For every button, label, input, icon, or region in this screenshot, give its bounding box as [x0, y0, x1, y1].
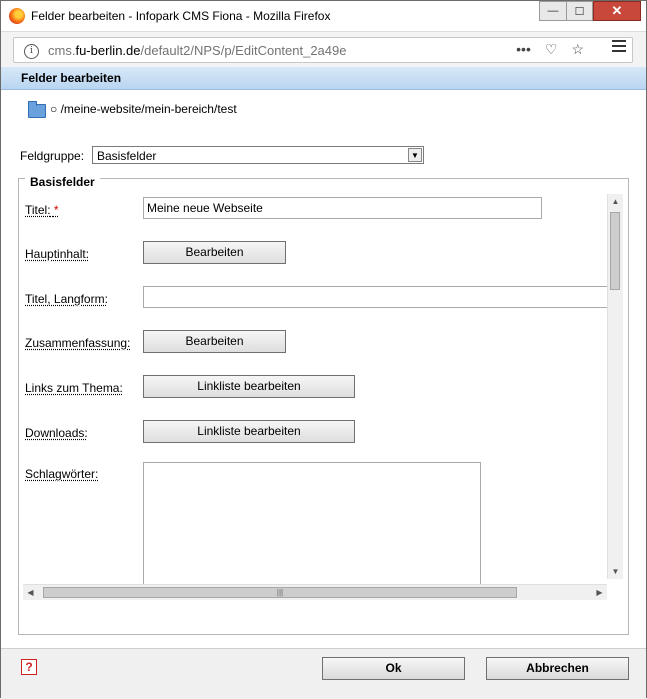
fieldgroup-label: Feldgruppe:	[20, 149, 85, 163]
langform-input[interactable]	[143, 286, 613, 308]
schlagwoerter-textarea[interactable]	[143, 462, 481, 599]
scroll-up-icon[interactable]: ▲	[608, 194, 623, 209]
window-title: Felder bearbeiten - Infopark CMS Fiona -…	[31, 9, 331, 23]
url-prefix: cms.	[48, 43, 76, 58]
pocket-icon[interactable]: ♡	[545, 41, 558, 58]
links-edit-button[interactable]: Linkliste bearbeiten	[143, 375, 355, 398]
menu-icon[interactable]	[612, 40, 626, 52]
horizontal-scrollbar[interactable]: ◀ ||| ▶	[23, 584, 607, 600]
firefox-logo-icon	[9, 8, 25, 24]
object-path: ○ /meine-website/mein-bereich/test	[50, 102, 237, 116]
fieldgroup-value: Basisfelder	[97, 149, 157, 163]
fields-scroll-area[interactable]: Titel: * Meine neue Webseite Hauptinhalt…	[23, 192, 621, 599]
url-actions: ••• ♡ ☆	[516, 41, 584, 58]
hauptinhalt-label: Hauptinhalt:	[25, 247, 90, 261]
fieldgroup-select[interactable]: Basisfelder ▼	[92, 146, 424, 164]
schlagwoerter-label: Schlagwörter:	[25, 467, 99, 481]
folder-icon	[28, 101, 46, 118]
address-bar[interactable]: i cms.fu-berlin.de/default2/NPS/p/EditCo…	[13, 37, 633, 63]
downloads-label: Downloads:	[25, 426, 88, 440]
langform-label: Titel, Langform:	[25, 292, 108, 306]
horizontal-scroll-thumb[interactable]: |||	[43, 587, 517, 598]
required-marker: *	[53, 203, 59, 217]
hauptinhalt-edit-button[interactable]: Bearbeiten	[143, 241, 286, 264]
browser-window: Felder bearbeiten - Infopark CMS Fiona -…	[0, 0, 647, 699]
maximize-button[interactable]: ☐	[566, 1, 593, 21]
ok-button[interactable]: Ok	[322, 657, 465, 680]
dialog-content: ○ /meine-website/mein-bereich/test Feldg…	[1, 90, 646, 648]
close-button[interactable]: ✕	[593, 1, 641, 21]
info-icon[interactable]: i	[24, 44, 39, 59]
chevron-down-icon[interactable]: ▼	[408, 148, 422, 162]
dialog-title: Felder bearbeiten	[21, 71, 122, 85]
minimize-button[interactable]: —	[539, 1, 566, 21]
dialog-footer: ? Ok Abbrechen	[1, 648, 646, 699]
scroll-down-icon[interactable]: ▼	[608, 564, 623, 579]
vertical-scroll-thumb[interactable]	[610, 212, 620, 290]
url-host: fu-berlin.de	[75, 43, 141, 58]
scroll-left-icon[interactable]: ◀	[23, 585, 38, 600]
fieldset-legend: Basisfelder	[25, 175, 100, 189]
help-icon[interactable]: ?	[21, 659, 37, 675]
vertical-scrollbar[interactable]: ▲ ▼	[607, 194, 623, 579]
url-toolbar: i cms.fu-berlin.de/default2/NPS/p/EditCo…	[1, 31, 646, 69]
cancel-button[interactable]: Abbrechen	[486, 657, 629, 680]
zusammenfassung-label: Zusammenfassung:	[25, 336, 131, 350]
url-text[interactable]: cms.fu-berlin.de/default2/NPS/p/EditCont…	[48, 43, 346, 58]
dialog-header: Felder bearbeiten	[1, 67, 646, 90]
title-bar: Felder bearbeiten - Infopark CMS Fiona -…	[1, 1, 646, 31]
zusammenfassung-edit-button[interactable]: Bearbeiten	[143, 330, 286, 353]
titel-label: Titel: *	[25, 203, 59, 217]
url-path: /default2/NPS/p/EditContent_2a49e	[140, 43, 347, 58]
downloads-edit-button[interactable]: Linkliste bearbeiten	[143, 420, 355, 443]
more-actions-icon[interactable]: •••	[516, 41, 531, 58]
scroll-right-icon[interactable]: ▶	[592, 585, 607, 600]
titel-input[interactable]: Meine neue Webseite	[143, 197, 542, 219]
bookmark-star-icon[interactable]: ☆	[571, 41, 584, 58]
links-label: Links zum Thema:	[25, 381, 123, 395]
